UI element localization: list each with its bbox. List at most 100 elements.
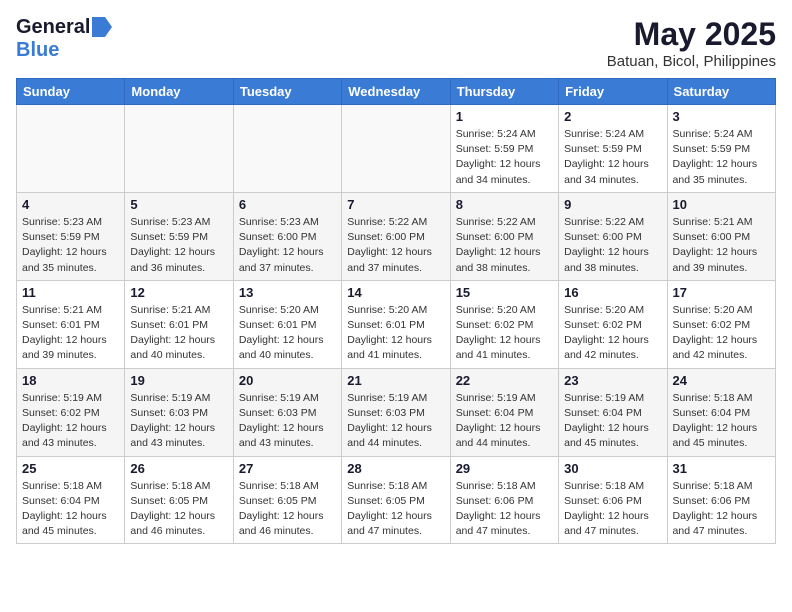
logo-blue-text: Blue [16, 39, 59, 61]
calendar-cell: 21Sunrise: 5:19 AM Sunset: 6:03 PM Dayli… [342, 368, 450, 456]
calendar-cell: 24Sunrise: 5:18 AM Sunset: 6:04 PM Dayli… [667, 368, 775, 456]
calendar-cell: 26 Sunrise: 5:18 AM Sunset: 6:05 PM Dayli… [125, 456, 233, 544]
calendar-cell: 7Sunrise: 5:22 AM Sunset: 6:00 PM Daylig… [342, 192, 450, 280]
day-info: Sunrise: 5:21 AM Sunset: 6:00 PM Dayligh… [673, 215, 770, 276]
day-info: Sunrise: 5:19 AM Sunset: 6:03 PM Dayligh… [130, 391, 227, 452]
calendar-cell: 5Sunrise: 5:23 AM Sunset: 5:59 PM Daylig… [125, 192, 233, 280]
day-info: Sunrise: 5:21 AM Sunset: 6:01 PM Dayligh… [130, 303, 227, 364]
calendar-header-wednesday: Wednesday [342, 79, 450, 105]
day-number: 15 [456, 285, 553, 300]
calendar-header-sunday: Sunday [17, 79, 125, 105]
day-number: 1 [456, 109, 553, 124]
day-number: 2 [564, 109, 661, 124]
day-info: Sunrise: 5:19 AM Sunset: 6:03 PM Dayligh… [239, 391, 336, 452]
calendar-header-friday: Friday [559, 79, 667, 105]
logo: General Blue [16, 16, 112, 62]
day-number: 4 [22, 197, 119, 212]
calendar-header-row: SundayMondayTuesdayWednesdayThursdayFrid… [17, 79, 776, 105]
day-info: Sunrise: 5:22 AM Sunset: 6:00 PM Dayligh… [564, 215, 661, 276]
logo-icon [92, 17, 112, 37]
calendar-week-row: 1 Sunrise: 5:24 AM Sunset: 5:59 PM Daylig… [17, 105, 776, 193]
day-number: 19 [130, 373, 227, 388]
calendar-cell: 30 Sunrise: 5:18 AM Sunset: 6:06 PM Dayli… [559, 456, 667, 544]
calendar-cell: 15 Sunrise: 5:20 AM Sunset: 6:02 PM Dayli… [450, 280, 558, 368]
day-info: Sunrise: 5:24 AM Sunset: 5:59 PM Dayligh… [564, 127, 661, 188]
calendar-cell: 18Sunrise: 5:19 AM Sunset: 6:02 PM Dayli… [17, 368, 125, 456]
day-info: Sunrise: 5:20 AM Sunset: 6:02 PM Dayligh… [456, 303, 553, 364]
day-number: 13 [239, 285, 336, 300]
calendar-header-thursday: Thursday [450, 79, 558, 105]
day-number: 3 [673, 109, 770, 124]
calendar-cell: 28 Sunrise: 5:18 AM Sunset: 6:05 PM Dayli… [342, 456, 450, 544]
calendar-cell: 9 Sunrise: 5:22 AM Sunset: 6:00 PM Daylig… [559, 192, 667, 280]
day-info: Sunrise: 5:22 AM Sunset: 6:00 PM Dayligh… [456, 215, 553, 276]
day-number: 29 [456, 461, 553, 476]
day-info: Sunrise: 5:24 AM Sunset: 5:59 PM Dayligh… [456, 127, 553, 188]
day-number: 8 [456, 197, 553, 212]
day-info: Sunrise: 5:20 AM Sunset: 6:02 PM Dayligh… [564, 303, 661, 364]
day-info: Sunrise: 5:18 AM Sunset: 6:04 PM Dayligh… [673, 391, 770, 452]
day-number: 20 [239, 373, 336, 388]
day-number: 27 [239, 461, 336, 476]
calendar: SundayMondayTuesdayWednesdayThursdayFrid… [16, 78, 776, 544]
day-number: 28 [347, 461, 444, 476]
calendar-header-saturday: Saturday [667, 79, 775, 105]
logo-general-text: General [16, 16, 90, 39]
day-info: Sunrise: 5:18 AM Sunset: 6:05 PM Dayligh… [130, 479, 227, 540]
day-info: Sunrise: 5:23 AM Sunset: 5:59 PM Dayligh… [22, 215, 119, 276]
day-info: Sunrise: 5:19 AM Sunset: 6:02 PM Dayligh… [22, 391, 119, 452]
calendar-cell: 31Sunrise: 5:18 AM Sunset: 6:06 PM Dayli… [667, 456, 775, 544]
day-number: 30 [564, 461, 661, 476]
calendar-cell [17, 105, 125, 193]
day-number: 22 [456, 373, 553, 388]
calendar-cell: 6Sunrise: 5:23 AM Sunset: 6:00 PM Daylig… [233, 192, 341, 280]
day-info: Sunrise: 5:19 AM Sunset: 6:04 PM Dayligh… [456, 391, 553, 452]
day-info: Sunrise: 5:18 AM Sunset: 6:04 PM Dayligh… [22, 479, 119, 540]
day-number: 16 [564, 285, 661, 300]
calendar-week-row: 25Sunrise: 5:18 AM Sunset: 6:04 PM Dayli… [17, 456, 776, 544]
day-info: Sunrise: 5:20 AM Sunset: 6:01 PM Dayligh… [347, 303, 444, 364]
calendar-cell: 16 Sunrise: 5:20 AM Sunset: 6:02 PM Dayli… [559, 280, 667, 368]
day-number: 14 [347, 285, 444, 300]
calendar-header-monday: Monday [125, 79, 233, 105]
calendar-cell [233, 105, 341, 193]
calendar-cell: 13 Sunrise: 5:20 AM Sunset: 6:01 PM Dayli… [233, 280, 341, 368]
calendar-cell: 10 Sunrise: 5:21 AM Sunset: 6:00 PM Dayli… [667, 192, 775, 280]
calendar-cell [342, 105, 450, 193]
day-info: Sunrise: 5:18 AM Sunset: 6:06 PM Dayligh… [456, 479, 553, 540]
calendar-cell: 17 Sunrise: 5:20 AM Sunset: 6:02 PM Dayli… [667, 280, 775, 368]
calendar-cell: 23Sunrise: 5:19 AM Sunset: 6:04 PM Dayli… [559, 368, 667, 456]
header: General Blue May 2025 Batuan, Bicol, Phi… [16, 16, 776, 70]
day-info: Sunrise: 5:21 AM Sunset: 6:01 PM Dayligh… [22, 303, 119, 364]
calendar-cell: 25Sunrise: 5:18 AM Sunset: 6:04 PM Dayli… [17, 456, 125, 544]
day-info: Sunrise: 5:18 AM Sunset: 6:06 PM Dayligh… [673, 479, 770, 540]
calendar-cell: 14 Sunrise: 5:20 AM Sunset: 6:01 PM Dayli… [342, 280, 450, 368]
calendar-week-row: 4 Sunrise: 5:23 AM Sunset: 5:59 PM Daylig… [17, 192, 776, 280]
calendar-cell: 12Sunrise: 5:21 AM Sunset: 6:01 PM Dayli… [125, 280, 233, 368]
day-number: 10 [673, 197, 770, 212]
subtitle: Batuan, Bicol, Philippines [607, 53, 776, 70]
title-area: May 2025 Batuan, Bicol, Philippines [607, 16, 776, 70]
day-info: Sunrise: 5:20 AM Sunset: 6:01 PM Dayligh… [239, 303, 336, 364]
calendar-cell: 2 Sunrise: 5:24 AM Sunset: 5:59 PM Daylig… [559, 105, 667, 193]
calendar-week-row: 18Sunrise: 5:19 AM Sunset: 6:02 PM Dayli… [17, 368, 776, 456]
calendar-cell: 22 Sunrise: 5:19 AM Sunset: 6:04 PM Dayli… [450, 368, 558, 456]
calendar-cell: 4 Sunrise: 5:23 AM Sunset: 5:59 PM Daylig… [17, 192, 125, 280]
day-number: 26 [130, 461, 227, 476]
day-number: 5 [130, 197, 227, 212]
day-info: Sunrise: 5:19 AM Sunset: 6:03 PM Dayligh… [347, 391, 444, 452]
day-number: 17 [673, 285, 770, 300]
day-number: 7 [347, 197, 444, 212]
day-info: Sunrise: 5:18 AM Sunset: 6:06 PM Dayligh… [564, 479, 661, 540]
calendar-cell: 19 Sunrise: 5:19 AM Sunset: 6:03 PM Dayli… [125, 368, 233, 456]
calendar-cell: 3Sunrise: 5:24 AM Sunset: 5:59 PM Daylig… [667, 105, 775, 193]
day-info: Sunrise: 5:18 AM Sunset: 6:05 PM Dayligh… [239, 479, 336, 540]
day-info: Sunrise: 5:18 AM Sunset: 6:05 PM Dayligh… [347, 479, 444, 540]
calendar-cell: 20 Sunrise: 5:19 AM Sunset: 6:03 PM Dayli… [233, 368, 341, 456]
day-number: 9 [564, 197, 661, 212]
calendar-cell [125, 105, 233, 193]
day-number: 23 [564, 373, 661, 388]
day-info: Sunrise: 5:20 AM Sunset: 6:02 PM Dayligh… [673, 303, 770, 364]
calendar-header-tuesday: Tuesday [233, 79, 341, 105]
day-info: Sunrise: 5:23 AM Sunset: 6:00 PM Dayligh… [239, 215, 336, 276]
